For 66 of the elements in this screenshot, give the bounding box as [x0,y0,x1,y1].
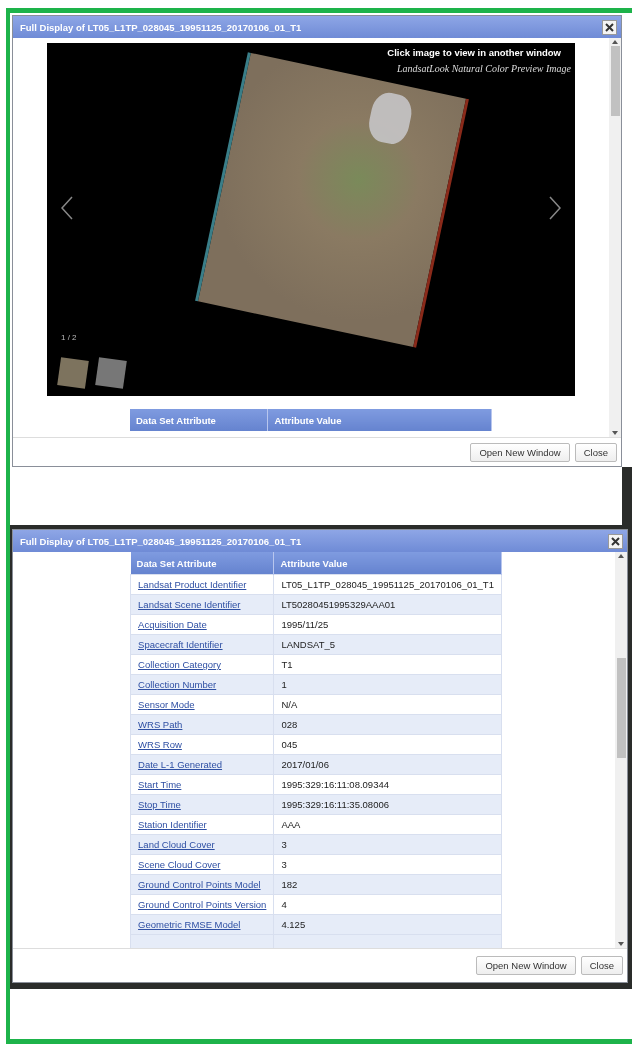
value-cell: 045 [273,734,502,755]
scroll-down-icon[interactable] [612,431,618,435]
value-cell: 1995:329:16:11:08.09344 [273,774,502,795]
value-cell: 3 [273,854,502,875]
preview-caption: Click image to view in another window [387,47,561,58]
column-header: Attribute Value [273,552,502,575]
close-icon [611,536,620,546]
attribute-link[interactable]: Landsat Product Identifier [138,579,247,590]
scroll-up-icon[interactable] [612,40,618,44]
column-header: Data Set Attribute [130,552,274,575]
attribute-link[interactable]: Sensor Mode [138,699,195,710]
scrollbar-thumb[interactable] [610,46,620,116]
column-header: Attribute Value [267,409,492,431]
close-button[interactable]: Close [574,442,617,462]
value-cell: 4.125 [273,914,502,935]
attribute-link[interactable]: Stop Time [138,799,181,810]
preview-subtitle: LandsatLook Natural Color Preview Image [396,63,571,74]
value-cell: T1 [273,654,502,675]
chevron-right-icon[interactable] [549,196,561,220]
value-cell: 028 [273,714,502,735]
attribute-link[interactable]: WRS Path [138,719,183,730]
value-cell: 1 [273,674,502,695]
close-button[interactable] [608,533,623,549]
open-new-window-button[interactable]: Open New Window [470,442,570,462]
attribute-link[interactable]: Start Time [138,779,182,790]
scrollbar-thumb[interactable] [616,658,626,758]
value-cell: AAA [273,814,502,835]
attribute-link[interactable]: Geometric RMSE Model [138,919,241,930]
scrollbar[interactable] [609,38,621,437]
value-cell: 182 [273,874,502,895]
scroll-down-icon[interactable] [618,942,624,946]
value-cell: N/A [273,694,502,715]
attribute-link[interactable]: Spacecraft Identifier [138,639,223,650]
attribute-link[interactable]: Ground Control Points Version [138,899,267,910]
close-icon [605,22,614,32]
open-new-window-button[interactable]: Open New Window [476,956,576,975]
scrollbar[interactable] [615,552,627,948]
attribute-link[interactable]: Station Identifier [138,819,207,830]
value-cell: LT05_L1TP_028045_19951125_20170106_01_T1 [273,574,502,595]
satellite-preview-image[interactable]: Click image to view in another window LandsatLook Natural Color Preview Image 1 / 2 [47,43,575,396]
dialog-title: Full Display of LT05_L1TP_028045_19951125_20170106_01_T1 [20,535,302,547]
attribute-link[interactable]: Land Cloud Cover [138,839,215,850]
scroll-up-icon[interactable] [618,554,624,558]
value-cell: 1995/11/25 [273,614,502,635]
column-header: Data Set Attribute [130,409,268,431]
image-counter: 1 / 2 [61,333,77,342]
close-button[interactable]: Close [580,956,623,975]
value-cell: 4 [273,894,502,915]
value-cell: 3 [273,834,502,855]
attribute-link[interactable]: Landsat Scene Identifier [138,599,241,610]
dialog-title: Full Display of LT05_L1TP_028045_19951125_20170106_01_T1 [20,21,302,33]
attribute-link[interactable]: WRS Row [138,739,182,750]
value-cell: 1995:329:16:11:35.08006 [273,794,502,815]
value-cell: LT50280451995329AAA01 [273,594,502,615]
attribute-link[interactable]: Scene Cloud Cover [138,859,221,870]
attribute-link[interactable]: Date L-1 Generated [138,759,223,770]
attribute-link[interactable]: Collection Category [138,659,221,670]
attribute-link[interactable]: Collection Number [138,679,217,690]
attribute-link[interactable]: Acquisition Date [138,619,207,630]
value-cell: 2017/01/06 [273,754,502,775]
value-cell: LANDSAT_5 [273,634,502,655]
attribute-link[interactable]: Ground Control Points Model [138,879,261,890]
close-button[interactable] [602,19,617,35]
chevron-left-icon[interactable] [61,196,73,220]
thumbnail-image[interactable] [95,357,127,389]
thumbnail-image[interactable] [57,357,89,389]
